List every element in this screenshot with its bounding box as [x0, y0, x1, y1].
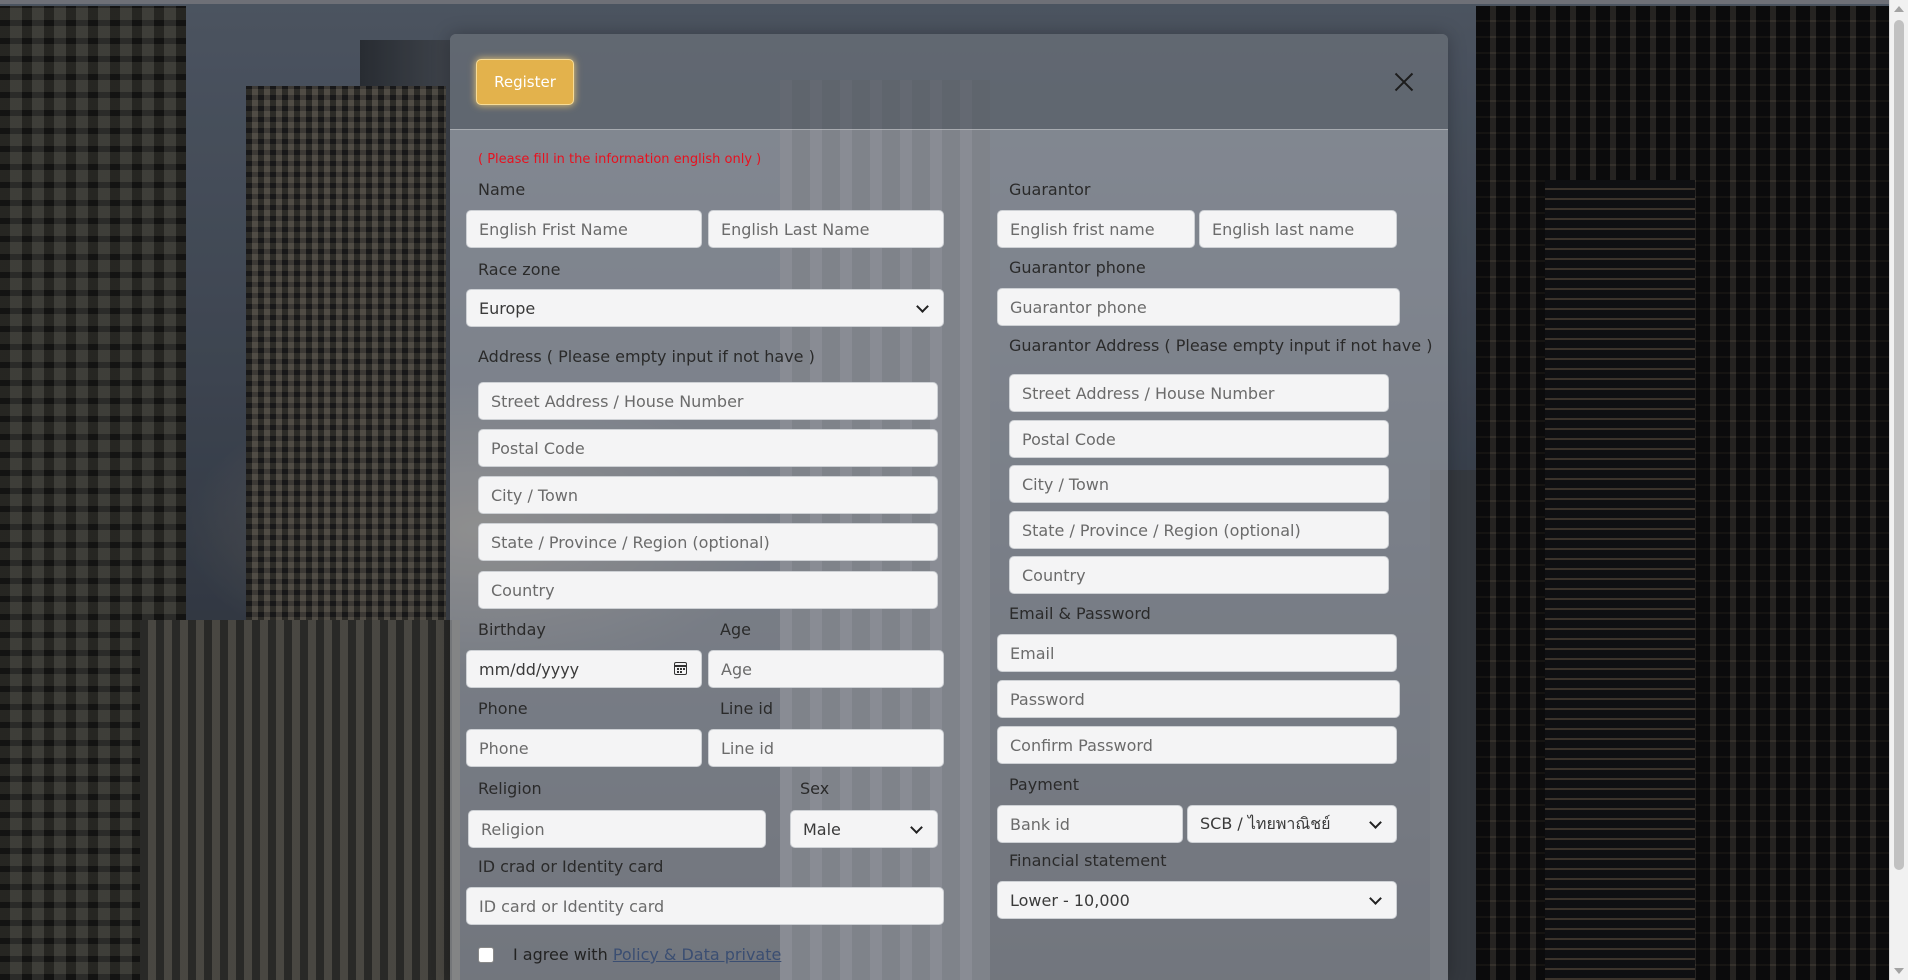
birthday-label: Birthday — [478, 620, 546, 639]
religion-input[interactable]: Religion — [468, 810, 766, 848]
state-input[interactable]: State / Province / Region (optional) — [478, 523, 938, 561]
scroll-up-icon[interactable] — [1894, 6, 1904, 12]
race-zone-label: Race zone — [478, 260, 561, 279]
id-card-label: ID crad or Identity card — [478, 857, 664, 876]
guarantor-postal-code-input[interactable]: Postal Code — [1009, 420, 1389, 458]
age-label: Age — [720, 620, 751, 639]
guarantor-state-input[interactable]: State / Province / Region (optional) — [1009, 511, 1389, 549]
calendar-icon[interactable] — [674, 662, 687, 675]
sex-label: Sex — [800, 779, 830, 798]
agree-checkbox[interactable] — [478, 947, 494, 963]
country-input[interactable]: Country — [478, 571, 938, 609]
guarantor-phone-label: Guarantor phone — [1009, 258, 1146, 277]
birthday-value: mm/dd/yyyy — [479, 659, 580, 679]
postal-code-input[interactable]: Postal Code — [478, 429, 938, 467]
sex-select[interactable]: Male — [790, 810, 938, 848]
id-card-input[interactable]: ID card or Identity card — [466, 887, 944, 925]
age-input[interactable]: Age — [708, 650, 944, 688]
bank-id-input[interactable]: Bank id — [997, 805, 1183, 843]
agree-label: I agree with — [513, 945, 608, 964]
guarantor-phone-input[interactable]: Guarantor phone — [997, 288, 1400, 326]
modal-header: Register — [450, 34, 1448, 130]
first-name-input[interactable]: English Frist Name — [466, 210, 702, 248]
race-zone-select[interactable]: Europe — [466, 289, 944, 327]
religion-label: Religion — [478, 779, 542, 798]
agree-text: I agree with Policy & Data private — [513, 945, 781, 964]
line-id-input[interactable]: Line id — [708, 729, 944, 767]
guarantor-city-input[interactable]: City / Town — [1009, 465, 1389, 503]
name-label: Name — [478, 180, 526, 199]
financial-statement-label: Financial statement — [1009, 851, 1167, 870]
confirm-password-input[interactable]: Confirm Password — [997, 726, 1397, 764]
english-only-warning: ( Please fill in the information english… — [478, 152, 762, 167]
city-input[interactable]: City / Town — [478, 476, 938, 514]
street-input[interactable]: Street Address / House Number — [478, 382, 938, 420]
phone-label: Phone — [478, 699, 528, 718]
scroll-thumb[interactable] — [1894, 20, 1904, 870]
page-scrollbar[interactable] — [1889, 0, 1908, 980]
guarantor-country-input[interactable]: Country — [1009, 556, 1389, 594]
email-password-label: Email & Password — [1009, 604, 1151, 623]
close-icon[interactable] — [1394, 72, 1414, 92]
register-modal: Register ( Please fill in the informatio… — [450, 34, 1448, 980]
phone-input[interactable]: Phone — [466, 729, 702, 767]
password-input[interactable]: Password — [997, 680, 1400, 718]
email-input[interactable]: Email — [997, 634, 1397, 672]
bank-select[interactable]: SCB / ไทยพาณิชย์ — [1187, 805, 1397, 843]
policy-link[interactable]: Policy & Data private — [613, 945, 782, 964]
last-name-input[interactable]: English Last Name — [708, 210, 944, 248]
register-button[interactable]: Register — [476, 59, 574, 105]
guarantor-last-name-input[interactable]: English last name — [1199, 210, 1397, 248]
scroll-down-icon[interactable] — [1894, 968, 1904, 974]
birthday-input[interactable]: mm/dd/yyyy — [466, 650, 702, 688]
top-edge-bar — [0, 0, 1908, 4]
guarantor-street-input[interactable]: Street Address / House Number — [1009, 374, 1389, 412]
address-label: Address ( Please empty input if not have… — [478, 347, 815, 366]
guarantor-first-name-input[interactable]: English frist name — [997, 210, 1195, 248]
line-id-label: Line id — [720, 699, 774, 718]
guarantor-address-label: Guarantor Address ( Please empty input i… — [1009, 336, 1433, 355]
financial-statement-select[interactable]: Lower - 10,000 — [997, 881, 1397, 919]
guarantor-label: Guarantor — [1009, 180, 1091, 199]
payment-label: Payment — [1009, 775, 1080, 794]
